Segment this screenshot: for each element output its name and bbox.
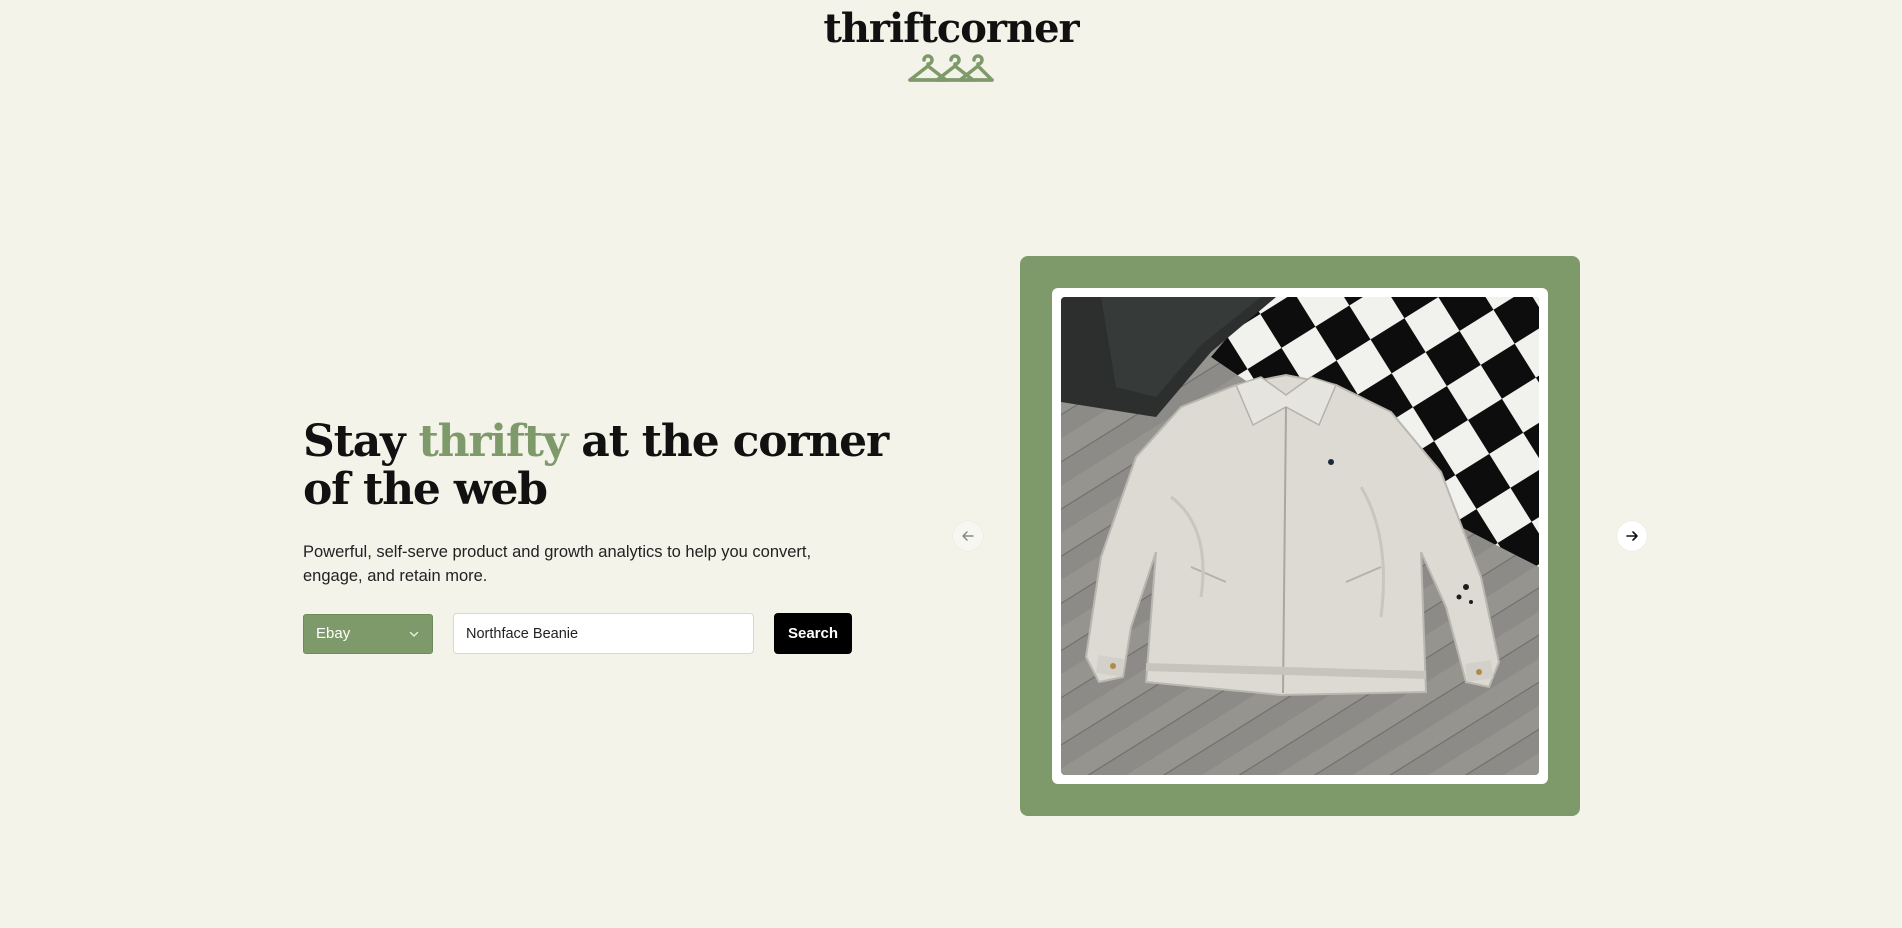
chevron-down-icon (409, 631, 419, 637)
search-button[interactable]: Search (774, 613, 852, 654)
carousel-next-button[interactable] (1617, 521, 1647, 551)
hero-headline: Stay thrifty at the corner of the web (303, 416, 889, 515)
site-logo[interactable]: thriftcorner (0, 4, 1902, 86)
search-form: Ebay Search (303, 613, 923, 654)
marketplace-selected-value: Ebay (316, 625, 351, 642)
marketplace-select[interactable]: Ebay (303, 613, 433, 654)
arrow-left-icon (962, 531, 974, 541)
hero-section: Stay thrifty at the corner of the web Po… (303, 418, 923, 654)
carousel-frame (1020, 256, 1580, 816)
photo-mat (1052, 288, 1548, 784)
search-input[interactable] (453, 613, 754, 654)
carousel-prev-button[interactable] (953, 521, 983, 551)
brand-name: thriftcorner (823, 5, 1079, 52)
arrow-right-icon (1626, 531, 1638, 541)
hero-subtext: Powerful, self-serve product and growth … (303, 543, 812, 585)
product-image[interactable] (1061, 297, 1539, 775)
headline-accent: thrifty (418, 416, 569, 467)
hangers-icon (908, 54, 994, 82)
